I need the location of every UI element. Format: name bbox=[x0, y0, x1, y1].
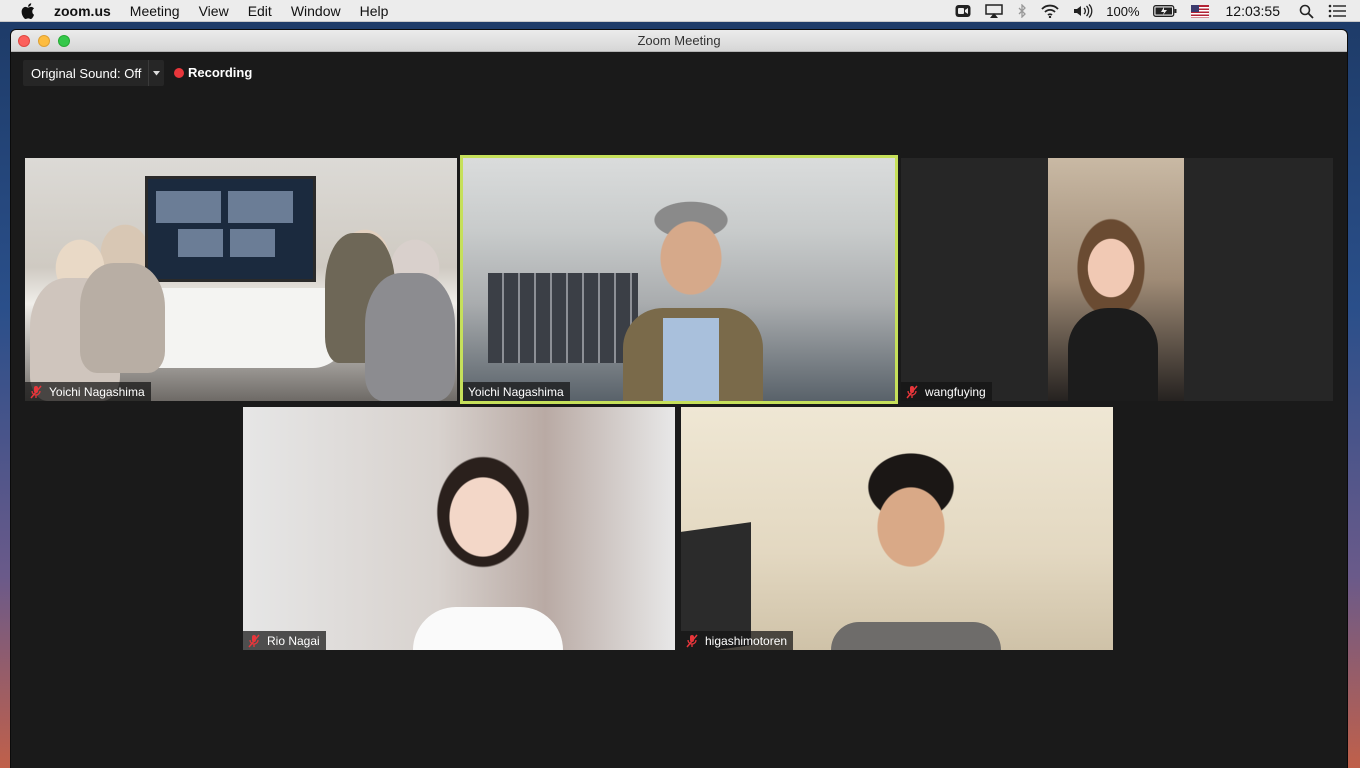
menu-clock[interactable]: 12:03:55 bbox=[1226, 3, 1281, 19]
video-feed bbox=[25, 158, 457, 401]
notification-center-icon[interactable] bbox=[1328, 0, 1346, 22]
window-title-bar[interactable]: Zoom Meeting bbox=[11, 30, 1347, 52]
video-feed bbox=[681, 407, 1113, 650]
muted-mic-icon bbox=[30, 385, 43, 399]
video-feed bbox=[901, 158, 1333, 401]
menu-help[interactable]: Help bbox=[360, 3, 389, 19]
video-tile-1[interactable]: Yoichi Nagashima bbox=[25, 158, 457, 401]
participant-name: Yoichi Nagashima bbox=[468, 384, 564, 399]
menu-meeting[interactable]: Meeting bbox=[130, 3, 180, 19]
volume-icon[interactable] bbox=[1073, 0, 1093, 22]
menu-window[interactable]: Window bbox=[291, 3, 341, 19]
menu-bar: zoom.us Meeting View Edit Window Help 10… bbox=[0, 0, 1360, 22]
apple-menu-icon[interactable] bbox=[21, 2, 35, 19]
window-title: Zoom Meeting bbox=[637, 33, 721, 48]
video-tile-5[interactable]: higashimotoren bbox=[681, 407, 1113, 650]
participant-nameplate: Rio Nagai bbox=[243, 631, 326, 650]
bluetooth-icon[interactable] bbox=[1017, 0, 1027, 22]
participant-nameplate: Yoichi Nagashima bbox=[25, 382, 151, 401]
spotlight-search-icon[interactable] bbox=[1299, 0, 1314, 22]
menu-edit[interactable]: Edit bbox=[248, 3, 272, 19]
muted-mic-icon bbox=[906, 385, 919, 399]
video-tile-3[interactable]: wangfuying bbox=[901, 158, 1333, 401]
app-menu-zoom[interactable]: zoom.us bbox=[54, 3, 111, 19]
participant-nameplate: wangfuying bbox=[901, 382, 992, 401]
participant-name: wangfuying bbox=[925, 384, 986, 399]
recording-dot-icon bbox=[174, 67, 184, 78]
us-flag-input-icon[interactable] bbox=[1190, 0, 1209, 22]
airplay-icon[interactable] bbox=[985, 0, 1003, 22]
video-tile-4[interactable]: Rio Nagai bbox=[243, 407, 675, 650]
original-sound-label: Original Sound: Off bbox=[31, 65, 142, 81]
original-sound-button[interactable]: Original Sound: Off bbox=[23, 60, 164, 86]
participant-nameplate: higashimotoren bbox=[681, 631, 794, 650]
video-tile-2-active-speaker[interactable]: Yoichi Nagashima bbox=[463, 158, 895, 401]
participant-name: higashimotoren bbox=[705, 633, 788, 648]
wifi-icon[interactable] bbox=[1041, 0, 1059, 22]
participant-name: Yoichi Nagashima bbox=[49, 384, 145, 399]
zoom-meeting-window: Zoom Meeting Original Sound: Off Recordi… bbox=[11, 30, 1347, 768]
menu-view[interactable]: View bbox=[199, 3, 229, 19]
recording-indicator[interactable]: Recording bbox=[174, 65, 252, 80]
video-feed bbox=[243, 407, 675, 650]
battery-charging-icon[interactable] bbox=[1152, 0, 1177, 22]
muted-mic-icon bbox=[686, 634, 699, 648]
participant-nameplate: Yoichi Nagashima bbox=[463, 382, 570, 401]
original-sound-dropdown-caret-icon[interactable] bbox=[149, 70, 164, 76]
muted-mic-icon bbox=[248, 634, 261, 648]
recording-label: Recording bbox=[188, 65, 253, 80]
participant-name: Rio Nagai bbox=[267, 633, 320, 648]
battery-percent: 100% bbox=[1106, 3, 1140, 19]
zoom-tray-icon[interactable] bbox=[955, 0, 971, 22]
video-feed bbox=[463, 158, 895, 401]
